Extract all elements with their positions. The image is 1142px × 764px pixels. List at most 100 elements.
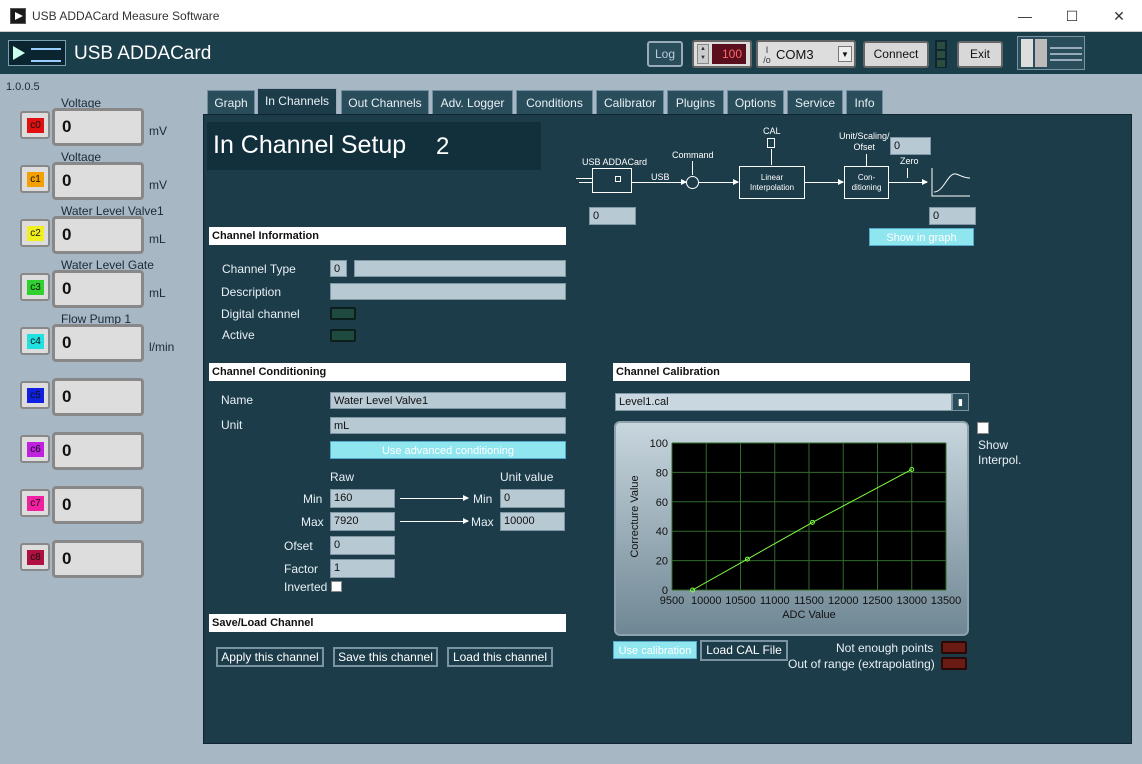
save-channel-button[interactable]: Save this channel [333, 647, 438, 667]
y-axis-label: Correcture Value [629, 475, 641, 557]
logo-icon [8, 40, 66, 66]
ofset-label: Ofset [284, 539, 313, 553]
channel-information-header: Channel Information [209, 227, 566, 245]
x-tick-label: 13000 [896, 595, 927, 607]
channel-type-index[interactable]: 0 [330, 260, 347, 277]
usb-link-label: USB [651, 172, 670, 182]
y-tick-label: 80 [656, 467, 668, 479]
channel-button-c7[interactable]: c7 [20, 489, 50, 517]
channel-type-name[interactable] [354, 260, 566, 277]
raw-min-label: Min [303, 492, 323, 506]
channel-calibration-header: Channel Calibration [613, 363, 970, 381]
unit-min-field[interactable]: 0 [500, 489, 565, 508]
output-value-display: 0 [929, 207, 976, 225]
channel-button-c2[interactable]: c2 [20, 219, 50, 247]
show-interpol-checkbox[interactable] [977, 422, 989, 434]
app-icon [10, 8, 26, 24]
channel-unit: mV [149, 178, 167, 192]
close-icon[interactable]: ✕ [1096, 0, 1142, 32]
y-tick-label: 100 [650, 438, 668, 450]
use-calibration-button[interactable]: Use calibration [613, 641, 697, 659]
load-cal-file-button[interactable]: Load CAL File [700, 640, 788, 661]
active-toggle[interactable] [330, 329, 356, 342]
minimize-icon[interactable]: — [1002, 0, 1048, 32]
port-value: COM3 [776, 47, 814, 62]
factor-label: Factor [284, 562, 319, 576]
channel-conditioning-header: Channel Conditioning [209, 363, 566, 381]
unit-scaling-label: Unit/Scaling/ Ofset [839, 131, 890, 152]
tab-in-channels[interactable]: In Channels [257, 88, 337, 116]
raw-header: Raw [330, 470, 355, 484]
chevron-down-icon[interactable]: ▼ [838, 46, 852, 62]
counter-value[interactable]: 100 [712, 44, 746, 64]
description-field[interactable] [330, 283, 566, 300]
unit-max-field[interactable]: 10000 [500, 512, 565, 531]
calibration-chart-frame: 9500 10000 10500 11000 11500 12000 12500 13000 1… [614, 421, 969, 636]
apply-channel-button[interactable]: Apply this channel [216, 647, 324, 667]
brand-title: USB ADDACard [74, 43, 212, 64]
setup-title-box: In Channel Setup 2 [207, 122, 541, 170]
raw-min-field[interactable]: 160 [330, 489, 395, 508]
tab-calibrator[interactable]: Calibrator [596, 90, 664, 114]
name-label: Name [221, 393, 254, 407]
raw-value-display: 0 [589, 207, 636, 225]
counter-control: ▲ ▼ 100 [692, 40, 752, 68]
inverted-checkbox[interactable] [331, 581, 342, 592]
channel-button-c5[interactable]: c5 [20, 381, 50, 409]
port-select[interactable]: I/o COM3 ▼ [756, 40, 856, 68]
channel-button-c6[interactable]: c6 [20, 435, 50, 463]
zero-label: Zero [900, 156, 919, 166]
page-title: In Channel Setup [213, 131, 407, 159]
tab-options[interactable]: Options [727, 90, 784, 114]
channel-unit: mV [149, 124, 167, 138]
channel-button-c8[interactable]: c8 [20, 543, 50, 571]
tab-service[interactable]: Service [787, 90, 843, 114]
tab-conditions[interactable]: Conditions [516, 90, 593, 114]
port-icon: I/o [763, 45, 771, 65]
cal-label: CAL [763, 126, 781, 136]
ofset-field[interactable]: 0 [330, 536, 395, 555]
channel-button-c0[interactable]: c0 [20, 111, 50, 139]
show-in-graph-button[interactable]: Show in graph [869, 228, 974, 246]
x-tick-label: 10500 [725, 595, 756, 607]
out-of-range-label: Out of range (extrapolating) [788, 657, 935, 671]
window-titlebar: USB ADDACard Measure Software — ☐ ✕ [0, 0, 1142, 32]
channel-button-c1[interactable]: c1 [20, 165, 50, 193]
interpolation-block: Linear Interpolation [739, 166, 805, 199]
y-tick-label: 0 [662, 585, 668, 597]
maximize-icon[interactable]: ☐ [1049, 0, 1095, 32]
command-label: Command [672, 150, 714, 160]
advanced-conditioning-button[interactable]: Use advanced conditioning [330, 441, 566, 459]
exit-button[interactable]: Exit [957, 41, 1003, 68]
spin-icon[interactable]: ▲ ▼ [697, 44, 709, 64]
status-led-stack [935, 40, 947, 68]
channel-button-c3[interactable]: c3 [20, 273, 50, 301]
channel-value: 0 [52, 270, 144, 308]
unit-scaling-value[interactable]: 0 [890, 137, 931, 155]
raw-max-label: Max [301, 515, 324, 529]
description-label: Description [221, 285, 282, 299]
channel-button-c4[interactable]: c4 [20, 327, 50, 355]
folder-browse-icon[interactable]: ▮ [952, 393, 969, 411]
channel-value: 0 [52, 486, 144, 524]
channel-value: 0 [52, 162, 144, 200]
log-button[interactable]: Log [647, 41, 683, 67]
tab-info[interactable]: Info [846, 90, 883, 114]
tab-adv-logger[interactable]: Adv. Logger [432, 90, 513, 114]
file-icon [767, 138, 775, 148]
channel-tag: c2 [27, 226, 44, 241]
digital-channel-toggle[interactable] [330, 307, 356, 320]
connect-button[interactable]: Connect [863, 41, 929, 68]
inverted-label: Inverted [284, 580, 328, 594]
factor-field[interactable]: 1 [330, 559, 395, 578]
channel-tag: c7 [27, 496, 44, 511]
tab-graph[interactable]: Graph [207, 90, 255, 114]
usb-card-label: USB ADDACard [582, 157, 648, 167]
tab-out-channels[interactable]: Out Channels [341, 90, 429, 114]
name-field[interactable]: Water Level Valve1 [330, 392, 566, 409]
raw-max-field[interactable]: 7920 [330, 512, 395, 531]
load-channel-button[interactable]: Load this channel [447, 647, 553, 667]
calibration-file-field[interactable]: Level1.cal [615, 393, 952, 411]
tab-plugins[interactable]: Plugins [667, 90, 724, 114]
unit-field[interactable]: mL [330, 417, 566, 434]
